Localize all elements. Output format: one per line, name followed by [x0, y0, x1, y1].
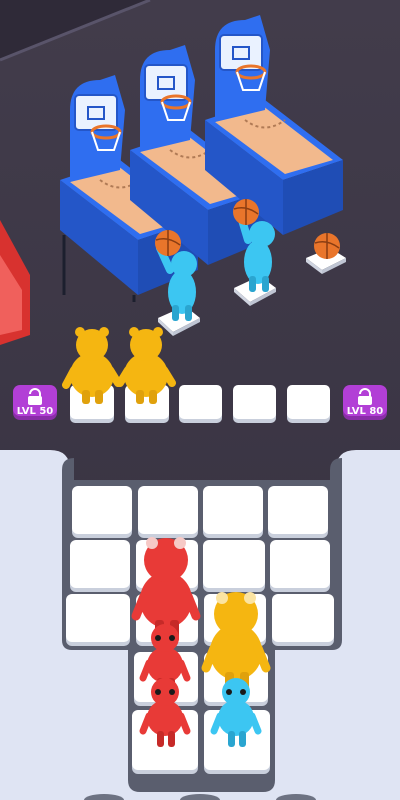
locked-slot-left[interactable]: LVL 50: [13, 385, 57, 420]
grid-tile[interactable]: [70, 540, 130, 592]
grid-tile[interactable]: [203, 486, 263, 538]
grid-tile[interactable]: [66, 594, 130, 646]
grid-tile[interactable]: [270, 540, 330, 592]
grid-tile[interactable]: [268, 486, 328, 538]
queue-slot-3[interactable]: [179, 385, 222, 423]
grid-tile[interactable]: [203, 540, 265, 592]
queue-slot-5[interactable]: [287, 385, 330, 423]
game-scene: LVL 50 LVL 80: [0, 0, 400, 800]
grid-tile[interactable]: [272, 594, 334, 646]
queue-slot-4[interactable]: [233, 385, 276, 423]
locked-slot-left-label: LVL 50: [17, 406, 54, 417]
grid-tile[interactable]: [72, 486, 132, 538]
locked-slot-right[interactable]: LVL 80: [343, 385, 387, 420]
game-canvas: LVL 50 LVL 80: [0, 0, 400, 800]
grid-tile[interactable]: [138, 486, 198, 538]
locked-slot-right-label: LVL 80: [347, 406, 384, 417]
